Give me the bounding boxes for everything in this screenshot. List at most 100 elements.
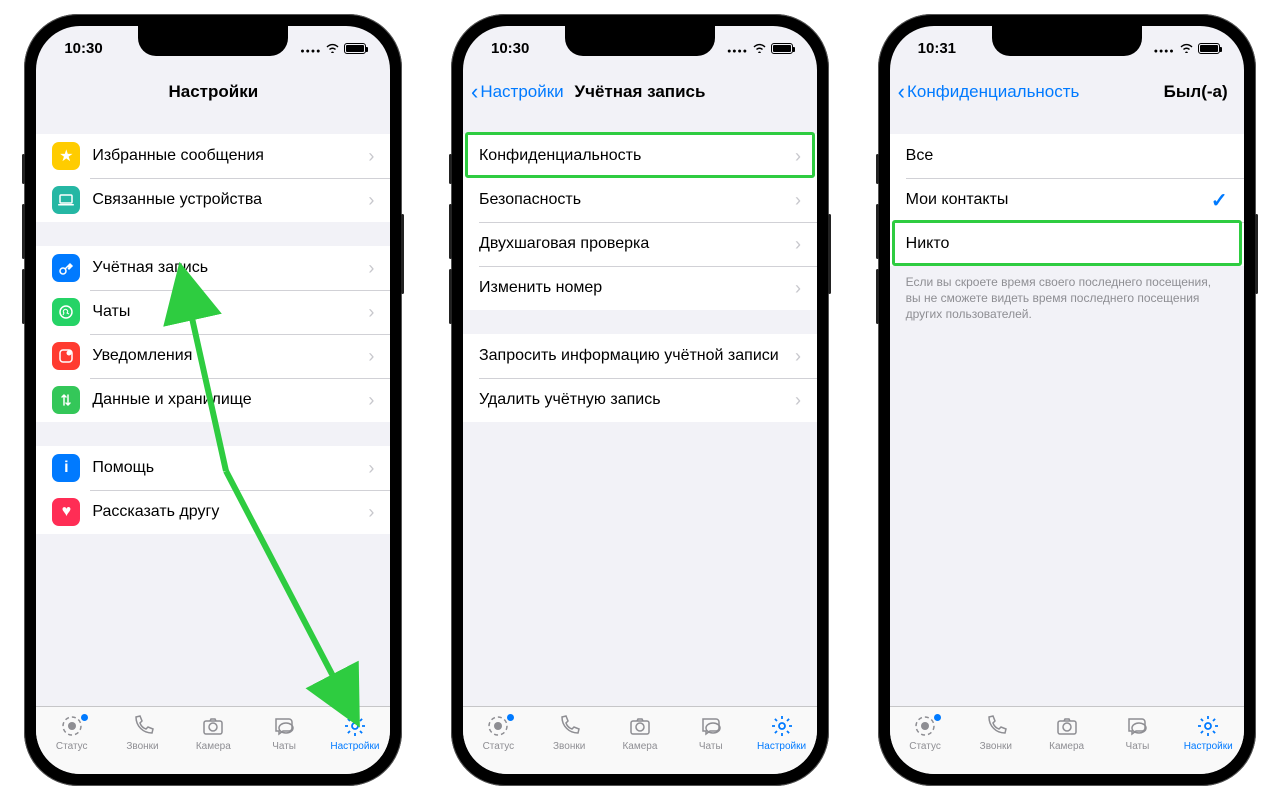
status-time: 10:30 [64,40,102,57]
tab-calls[interactable]: Звонки [539,713,599,752]
chevron-right-icon: › [368,302,374,323]
camera-icon [1054,713,1080,739]
row-starred-messages[interactable]: ★ Избранные сообщения › [36,134,390,178]
tab-chats[interactable]: Чаты [1107,713,1167,752]
tab-chats[interactable]: Чаты [254,713,314,752]
chevron-right-icon: › [368,190,374,211]
heart-icon: ♥ [52,498,80,526]
row-request-info[interactable]: Запросить информацию учётной записи › [463,334,817,378]
row-privacy[interactable]: Конфиденциальность › [463,134,817,178]
nav-bar: ‹ Конфиденциальность Был(-а) [890,70,1244,114]
option-my-contacts[interactable]: Мои контакты ✓ [890,178,1244,222]
wifi-icon [752,40,767,57]
phone-icon [983,713,1009,739]
chevron-right-icon: › [368,390,374,411]
chevron-left-icon: ‹ [898,81,905,103]
chevron-right-icon: › [795,346,801,367]
chevron-right-icon: › [795,190,801,211]
chevron-right-icon: › [795,234,801,255]
notification-icon [52,342,80,370]
key-icon [52,254,80,282]
chevron-right-icon: › [368,458,374,479]
nav-bar: ‹ Настройки Учётная запись [463,70,817,114]
chevron-right-icon: › [795,146,801,167]
chevron-right-icon: › [795,390,801,411]
row-security[interactable]: Безопасность › [463,178,817,222]
chevron-right-icon: › [368,258,374,279]
star-icon: ★ [52,142,80,170]
status-time: 10:30 [491,40,529,57]
laptop-icon [52,186,80,214]
signal-icon [300,40,321,57]
tab-bar: Статус Звонки Камера Чаты [36,706,390,774]
notch [992,26,1142,56]
tab-chats[interactable]: Чаты [681,713,741,752]
tab-bar: Статус Звонки Камера Чаты Настройки [463,706,817,774]
tab-status[interactable]: Статус [895,713,955,752]
tab-status[interactable]: Статус [468,713,528,752]
tab-camera[interactable]: Камера [183,713,243,752]
signal-icon [727,40,748,57]
chevron-right-icon: › [795,278,801,299]
row-storage[interactable]: Данные и хранилище › [36,378,390,422]
row-chats[interactable]: Чаты › [36,290,390,334]
battery-icon [1198,43,1220,54]
chevron-right-icon: › [368,146,374,167]
nav-bar: Настройки [36,70,390,114]
whatsapp-icon [52,298,80,326]
tab-settings[interactable]: Настройки [1178,713,1238,752]
camera-icon [200,713,226,739]
phone-frame-3: 10:31 ‹ Конфиденциальность Был(-а) Все М… [878,14,1256,786]
battery-icon [771,43,793,54]
status-time: 10:31 [918,40,956,57]
tab-bar: Статус Звонки Камера Чаты Настройки [890,706,1244,774]
notch [138,26,288,56]
badge-dot [81,714,88,721]
row-tell-friend[interactable]: ♥ Рассказать другу › [36,490,390,534]
row-account[interactable]: Учётная запись › [36,246,390,290]
gear-icon [342,713,368,739]
settings-content[interactable]: ★ Избранные сообщения › Связанные устрой… [36,114,390,706]
tab-calls[interactable]: Звонки [966,713,1026,752]
page-title: Настройки [168,82,258,102]
tab-camera[interactable]: Камера [1037,713,1097,752]
tab-calls[interactable]: Звонки [113,713,173,752]
last-seen-content[interactable]: Все Мои контакты ✓ Никто Если вы скроете… [890,114,1244,706]
notch [565,26,715,56]
signal-icon [1154,40,1175,57]
tab-status[interactable]: Статус [42,713,102,752]
row-two-step[interactable]: Двухшаговая проверка › [463,222,817,266]
chevron-left-icon: ‹ [471,81,478,103]
chevron-right-icon: › [368,502,374,523]
option-everyone[interactable]: Все [890,134,1244,178]
row-notifications[interactable]: Уведомления › [36,334,390,378]
footer-note: Если вы скроете время своего последнего … [890,266,1244,331]
row-help[interactable]: i Помощь › [36,446,390,490]
chat-icon [271,713,297,739]
row-change-number[interactable]: Изменить номер › [463,266,817,310]
info-icon: i [52,454,80,482]
row-delete-account[interactable]: Удалить учётную запись › [463,378,817,422]
chat-icon [698,713,724,739]
account-content[interactable]: Конфиденциальность › Безопасность › Двух… [463,114,817,706]
phone-frame-2: 10:30 ‹ Настройки Учётная запись Конфиде… [451,14,829,786]
checkmark-icon: ✓ [1211,188,1228,213]
arrows-icon [52,386,80,414]
badge-dot [934,714,941,721]
tab-camera[interactable]: Камера [610,713,670,752]
gear-icon [1195,713,1221,739]
tab-settings[interactable]: Настройки [325,713,385,752]
chevron-right-icon: › [368,346,374,367]
page-title: Был(-а) [1164,82,1228,102]
chat-icon [1124,713,1150,739]
row-linked-devices[interactable]: Связанные устройства › [36,178,390,222]
back-button[interactable]: ‹ Конфиденциальность [898,81,1080,103]
back-button[interactable]: ‹ Настройки [471,81,564,103]
option-nobody[interactable]: Никто [890,222,1244,266]
gear-icon [769,713,795,739]
wifi-icon [1179,40,1194,57]
phone-icon [130,713,156,739]
tab-settings[interactable]: Настройки [752,713,812,752]
page-title: Учётная запись [575,82,706,102]
camera-icon [627,713,653,739]
